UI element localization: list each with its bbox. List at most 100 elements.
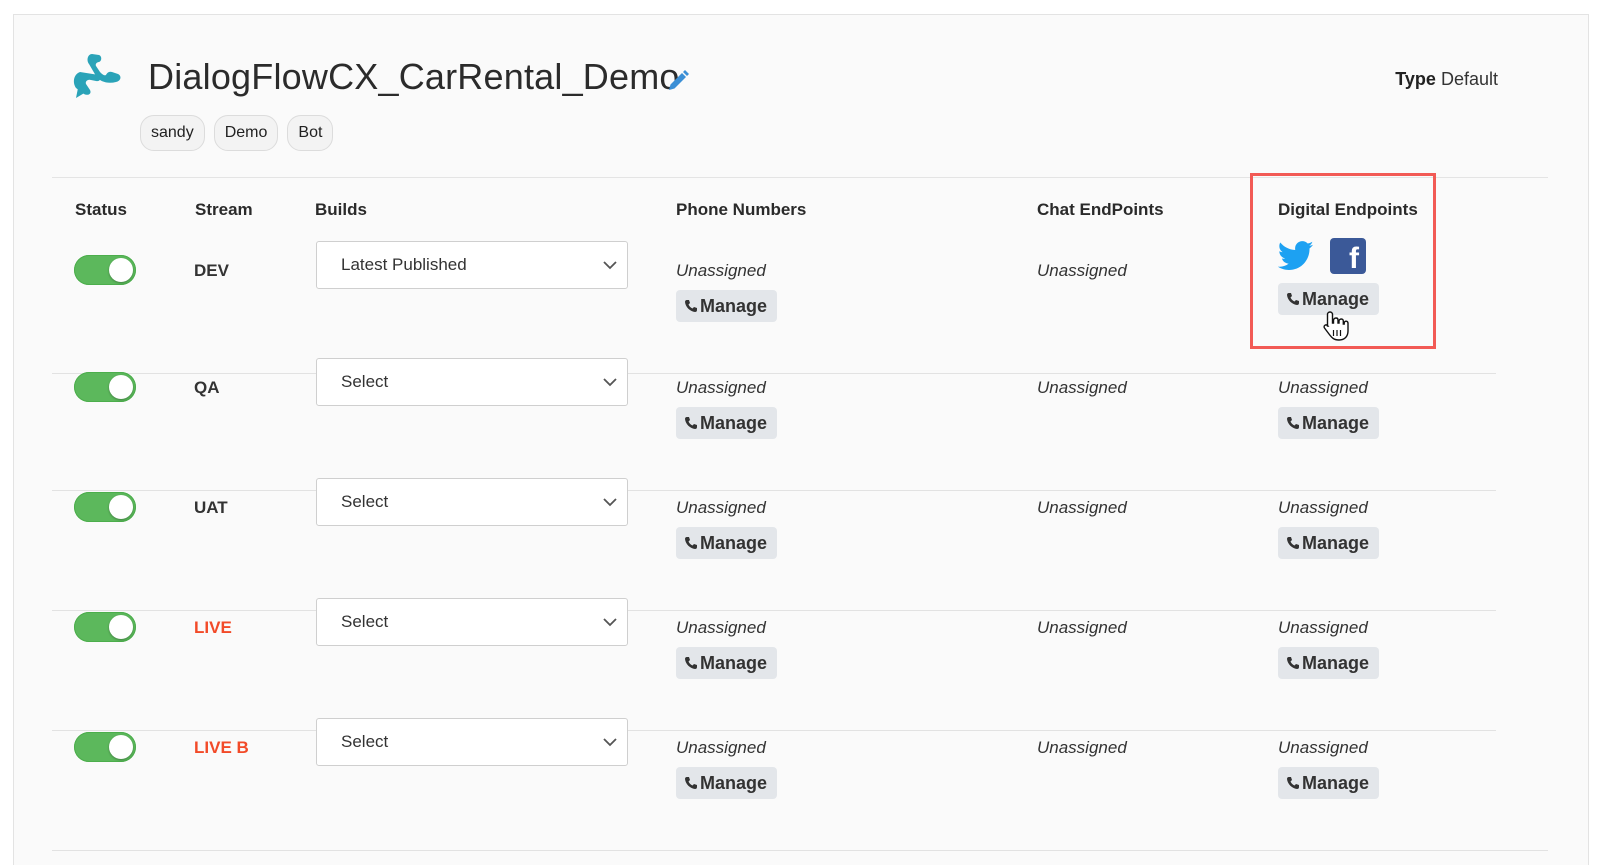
- phone-icon: [1287, 537, 1299, 549]
- digital-status: Unassigned: [1278, 618, 1368, 637]
- toggle-knob: [109, 375, 133, 399]
- builds-select[interactable]: Select: [316, 358, 628, 406]
- chevron-down-icon: [603, 618, 617, 627]
- builds-select[interactable]: Select: [316, 478, 628, 526]
- manage-phone-button[interactable]: Manage: [676, 290, 778, 322]
- phone-icon: [685, 777, 697, 789]
- toggle-knob: [109, 735, 133, 759]
- table-row: QA Select Unassigned Manage Unassigned U…: [0, 358, 1600, 491]
- manage-label: Manage: [700, 413, 768, 433]
- table-row: LIVE Select Unassigned Manage Unassigned…: [0, 598, 1600, 731]
- chat-status: Unassigned: [1037, 498, 1127, 517]
- status-toggle[interactable]: [74, 492, 136, 522]
- row-divider: [52, 730, 1496, 731]
- bot-logo-icon: [73, 54, 121, 98]
- phone-icon: [685, 537, 697, 549]
- manage-phone-button[interactable]: Manage: [676, 527, 778, 559]
- phone-numbers-cell: Unassigned Manage: [676, 261, 778, 322]
- builds-select-value: Select: [341, 372, 389, 391]
- status-toggle[interactable]: [74, 255, 136, 285]
- chat-status: Unassigned: [1037, 618, 1127, 637]
- builds-select-value: Select: [341, 492, 389, 511]
- row-divider: [52, 850, 1548, 851]
- phone-icon: [685, 300, 697, 312]
- manage-label: Manage: [1302, 773, 1370, 793]
- page-title: DialogFlowCX_CarRental_Demo: [148, 56, 680, 97]
- manage-digital-button[interactable]: Manage: [1278, 407, 1380, 439]
- chat-endpoints-cell: Unassigned: [1037, 498, 1127, 518]
- manage-phone-button[interactable]: Manage: [676, 647, 778, 679]
- manage-phone-button[interactable]: Manage: [676, 767, 778, 799]
- builds-select[interactable]: Latest Published: [316, 241, 628, 289]
- chat-status: Unassigned: [1037, 738, 1127, 757]
- status-toggle[interactable]: [74, 372, 136, 402]
- toggle-knob: [109, 495, 133, 519]
- manage-digital-button[interactable]: Manage: [1278, 283, 1380, 315]
- status-toggle[interactable]: [74, 612, 136, 642]
- manage-label: Manage: [700, 773, 768, 793]
- phone-icon: [1287, 657, 1299, 669]
- manage-label: Manage: [1302, 413, 1370, 433]
- digital-endpoints-cell: Unassigned Manage: [1278, 378, 1380, 439]
- phone-icon: [1287, 293, 1299, 305]
- phone-icon: [1287, 777, 1299, 789]
- phone-icon: [685, 417, 697, 429]
- tag[interactable]: sandy: [140, 115, 205, 151]
- digital-endpoints-cell: Unassigned Manage: [1278, 498, 1380, 559]
- stream-name: LIVE B: [194, 738, 249, 757]
- facebook-glyph: f: [1349, 242, 1359, 274]
- phone-status: Unassigned: [676, 378, 766, 397]
- chat-endpoints-cell: Unassigned: [1037, 738, 1127, 758]
- digital-endpoints-cell: Unassigned Manage: [1278, 618, 1380, 679]
- chevron-down-icon: [603, 378, 617, 387]
- digital-endpoints-cell: Manage: [1278, 283, 1380, 315]
- toggle-knob: [109, 615, 133, 639]
- phone-numbers-cell: Unassigned Manage: [676, 738, 778, 799]
- digital-status: Unassigned: [1278, 738, 1368, 757]
- edit-pencil-icon[interactable]: [666, 69, 690, 93]
- builds-select-value: Select: [341, 612, 389, 631]
- phone-status: Unassigned: [676, 618, 766, 637]
- column-header-builds: Builds: [315, 200, 367, 219]
- builds-select[interactable]: Select: [316, 598, 628, 646]
- chat-endpoints-cell: Unassigned: [1037, 378, 1127, 398]
- digital-endpoints-icons: f: [1278, 238, 1366, 274]
- manage-label: Manage: [700, 296, 768, 316]
- column-header-stream: Stream: [195, 200, 253, 219]
- column-header-chat-endpoints: Chat EndPoints: [1037, 200, 1164, 219]
- builds-select[interactable]: Select: [316, 718, 628, 766]
- tag[interactable]: Demo: [213, 115, 279, 151]
- manage-label: Manage: [700, 533, 768, 553]
- manage-label: Manage: [1302, 533, 1370, 553]
- phone-status: Unassigned: [676, 261, 766, 280]
- manage-phone-button[interactable]: Manage: [676, 407, 778, 439]
- chat-status: Unassigned: [1037, 378, 1127, 397]
- digital-endpoints-cell: Unassigned Manage: [1278, 738, 1380, 799]
- manage-digital-button[interactable]: Manage: [1278, 527, 1380, 559]
- chevron-down-icon: [603, 261, 617, 270]
- row-divider: [52, 490, 1496, 491]
- phone-numbers-cell: Unassigned Manage: [676, 378, 778, 439]
- chat-status: Unassigned: [1037, 261, 1127, 280]
- facebook-icon[interactable]: f: [1330, 238, 1366, 274]
- digital-status: Unassigned: [1278, 378, 1368, 397]
- phone-icon: [685, 657, 697, 669]
- phone-status: Unassigned: [676, 498, 766, 517]
- digital-status: Unassigned: [1278, 498, 1368, 517]
- builds-select-value: Select: [341, 732, 389, 751]
- stream-name: UAT: [194, 498, 228, 517]
- type-value: Default: [1440, 69, 1498, 89]
- tag[interactable]: Bot: [287, 115, 334, 151]
- twitter-icon[interactable]: [1278, 241, 1314, 271]
- status-toggle[interactable]: [74, 732, 136, 762]
- phone-numbers-cell: Unassigned Manage: [676, 498, 778, 559]
- manage-digital-button[interactable]: Manage: [1278, 647, 1380, 679]
- manage-digital-button[interactable]: Manage: [1278, 767, 1380, 799]
- chat-endpoints-cell: Unassigned: [1037, 618, 1127, 638]
- stream-name: LIVE: [194, 618, 232, 637]
- stream-name: QA: [194, 378, 220, 397]
- chevron-down-icon: [603, 498, 617, 507]
- chat-endpoints-cell: Unassigned: [1037, 261, 1127, 281]
- phone-icon: [1287, 417, 1299, 429]
- toggle-knob: [109, 258, 133, 282]
